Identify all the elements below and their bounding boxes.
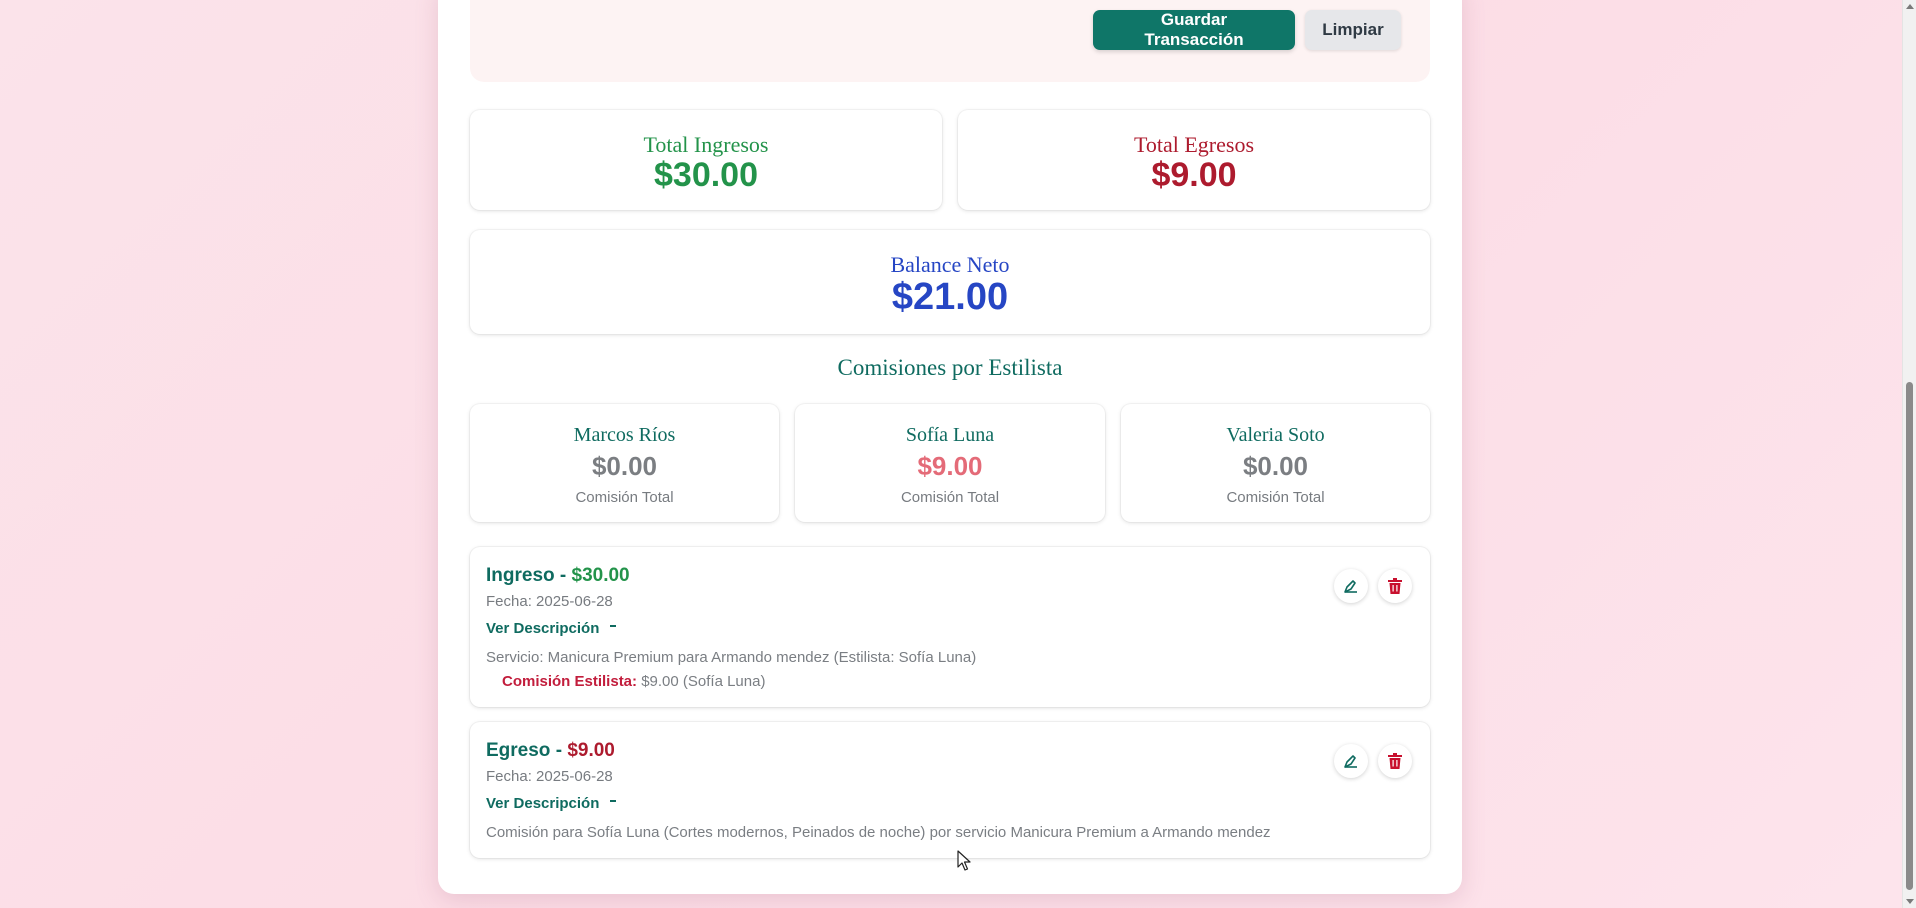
transaction-description: Servicio: Manicura Premium para Armando … (486, 649, 977, 666)
net-balance-value: $21.00 (891, 276, 1009, 318)
chevron-down-icon (609, 800, 616, 803)
view-description-label: Ver Descripción (486, 620, 600, 637)
total-expense-card: Total Egresos $9.00 (958, 110, 1430, 210)
delete-transaction-button[interactable] (1378, 744, 1412, 778)
transaction-item: Ingreso - $30.00 Fecha: 2025-06-28 Ver D… (470, 547, 1430, 707)
stylist-commission-amount: $0.00 (591, 451, 658, 481)
clear-button[interactable]: Limpiar (1305, 10, 1401, 50)
trash-icon (1388, 753, 1402, 769)
view-description-toggle[interactable]: Ver Descripción (486, 795, 616, 812)
total-income-card: Total Ingresos $30.00 (470, 110, 942, 210)
edit-transaction-button[interactable] (1334, 744, 1368, 778)
transaction-date: Fecha: 2025-06-28 (486, 768, 613, 785)
transaction-form-footer: Guardar Transacción Limpiar (470, 0, 1430, 82)
edit-icon (1344, 580, 1357, 593)
net-balance-card: Balance Neto $21.00 (470, 230, 1430, 334)
transaction-description: Comisión para Sofía Luna (Cortes moderno… (486, 824, 1271, 841)
commissions-title: Comisiones por Estilista (837, 355, 1063, 380)
commission-label: Comisión Estilista: (502, 673, 638, 690)
edit-icon (1344, 755, 1357, 768)
mouse-cursor-icon (957, 850, 971, 871)
stylist-commission-amount: $9.00 (917, 451, 983, 481)
stylist-commission-amount: $0.00 (1242, 451, 1309, 481)
net-balance-label: Balance Neto (890, 252, 1010, 277)
stylist-card: Marcos Ríos $0.00 Comisión Total (470, 404, 779, 522)
save-transaction-button[interactable]: Guardar Transacción (1093, 10, 1295, 50)
transaction-item: Egreso - $9.00 Fecha: 2025-06-28 Ver Des… (470, 722, 1430, 858)
transaction-amount: $9.00 (567, 740, 615, 761)
view-description-label: Ver Descripción (486, 795, 600, 812)
total-income-value: $30.00 (654, 156, 758, 194)
stylist-name: Marcos Ríos (573, 424, 676, 446)
trash-icon (1388, 578, 1402, 594)
edit-transaction-button[interactable] (1334, 569, 1368, 603)
transaction-title: Ingreso - $30.00 (486, 565, 630, 587)
scroll-up-arrow-icon[interactable] (1906, 4, 1914, 9)
transaction-amount: $30.00 (571, 565, 630, 586)
scroll-thumb[interactable] (1906, 382, 1913, 890)
stylist-commission-caption: Comisión Total (1226, 489, 1325, 506)
transaction-type: Egreso - (486, 740, 563, 761)
transaction-type: Ingreso - (486, 565, 567, 586)
stylist-commission-caption: Comisión Total (900, 489, 1000, 506)
stylist-card: Valeria Soto $0.00 Comisión Total (1121, 404, 1430, 522)
stylist-card: Sofía Luna $9.00 Comisión Total (795, 404, 1105, 522)
stylist-commission-caption: Comisión Total (575, 489, 674, 506)
transaction-date: Fecha: 2025-06-28 (486, 593, 613, 610)
total-expense-value: $9.00 (1151, 156, 1237, 194)
delete-transaction-button[interactable] (1378, 569, 1412, 603)
stylist-name: Sofía Luna (905, 424, 995, 446)
total-expense-label: Total Egresos (1133, 132, 1255, 157)
view-description-toggle[interactable]: Ver Descripción (486, 620, 616, 637)
page-scrollbar[interactable] (1902, 0, 1916, 908)
commission-value: $9.00 (Sofía Luna) (641, 673, 766, 690)
transaction-title: Egreso - $9.00 (486, 740, 615, 762)
transaction-commission: Comisión Estilista: $9.00 (Sofía Luna) (502, 673, 765, 690)
main-panel: Guardar Transacción Limpiar Total Ingres… (438, 0, 1462, 894)
scroll-down-arrow-icon[interactable] (1906, 899, 1914, 904)
stylist-name: Valeria Soto (1226, 424, 1325, 446)
total-income-label: Total Ingresos (643, 132, 769, 157)
chevron-down-icon (609, 625, 616, 628)
